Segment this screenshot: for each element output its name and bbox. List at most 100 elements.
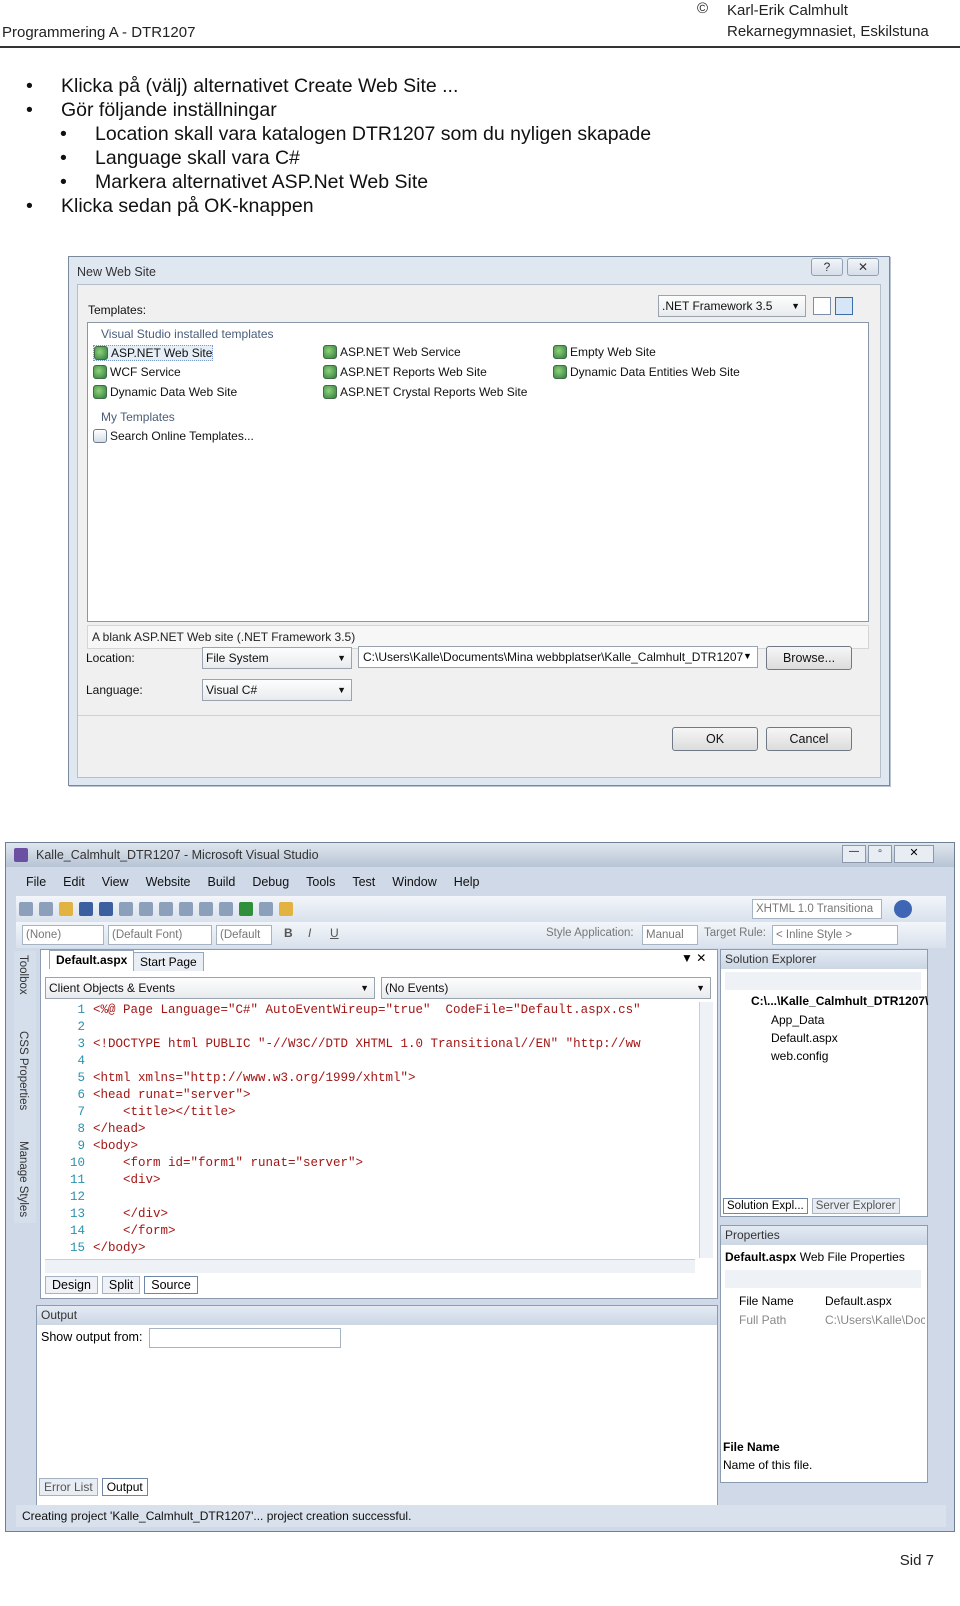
navigate-icon[interactable] [219,902,233,916]
doctype-select[interactable]: XHTML 1.0 Transitiona [752,899,882,919]
server-explorer-tab[interactable]: Server Explorer [811,1198,900,1214]
location-path-input[interactable]: C:\Users\Kalle\Documents\Mina webbplatse… [358,646,758,668]
code-line[interactable]: 9 <body> [63,1138,697,1155]
code-line[interactable]: 12 [63,1189,697,1206]
bold-icon[interactable]: B [284,926,293,940]
output-tab[interactable]: Output [101,1478,148,1496]
target-rule-select[interactable]: < Inline Style > [772,925,898,945]
maximize-icon[interactable]: ▫ [868,845,892,863]
template-dynamic-data-entities[interactable]: Dynamic Data Entities Web Site [553,365,740,379]
vertical-scrollbar[interactable] [699,1002,713,1258]
framework-select[interactable]: .NET Framework 3.5 ▼ [658,295,806,317]
solution-explorer-tab[interactable]: Solution Expl... [723,1198,808,1214]
error-list-tab[interactable]: Error List [39,1478,98,1496]
menu-build[interactable]: Build [208,875,236,889]
solution-item-default-aspx[interactable]: Default.aspx [771,1031,838,1045]
font-size-select[interactable]: (Default [216,925,272,945]
template-wcf-service[interactable]: WCF Service [93,365,181,379]
code-line[interactable]: 4 [63,1053,697,1070]
close-icon[interactable]: ✕ [894,845,934,863]
template-crystal-reports[interactable]: ASP.NET Crystal Reports Web Site [323,385,527,399]
source-view-tab[interactable]: Source [144,1276,198,1294]
solution-item-app-data[interactable]: App_Data [771,1013,824,1027]
undo-icon[interactable] [179,902,193,916]
open-icon[interactable] [59,902,73,916]
font-select[interactable]: (Default Font) [108,925,212,945]
ok-button[interactable]: OK [672,727,758,751]
code-line[interactable]: 15 </body> [63,1240,697,1257]
design-view-tab[interactable]: Design [45,1276,98,1294]
location-type-select[interactable]: File System ▼ [202,647,352,669]
template-aspnet-web-service[interactable]: ASP.NET Web Service [323,345,461,359]
solution-item-web-config[interactable]: web.config [771,1049,828,1063]
find-icon[interactable] [259,902,273,916]
horizontal-scrollbar[interactable] [45,1259,695,1273]
prop-full-path-value[interactable]: C:\Users\Kalle\Docu [825,1313,925,1327]
template-aspnet-web-site[interactable]: ASP.NET Web Site [93,345,214,361]
code-line[interactable]: 11 <div> [63,1172,697,1189]
output-source-select[interactable] [149,1328,341,1348]
menu-help[interactable]: Help [454,875,480,889]
menu-tools[interactable]: Tools [306,875,335,889]
help-button[interactable]: ? [811,258,843,276]
style-application-select[interactable]: Manual [642,925,698,945]
code-line[interactable]: 5 <html xmlns="http://www.w3.org/1999/xht… [63,1070,697,1087]
code-line[interactable]: 1 <%@ Page Language="C#" AutoEventWireup=… [63,1002,697,1019]
redo-icon[interactable] [199,902,213,916]
split-view-tab[interactable]: Split [101,1276,141,1294]
save-all-icon[interactable] [99,902,113,916]
small-icons-view-icon[interactable] [835,297,853,315]
code-line[interactable]: 8 </head> [63,1121,697,1138]
tab-default-aspx[interactable]: Default.aspx [49,950,135,969]
search-online-templates[interactable]: Search Online Templates... [93,429,254,443]
code-line[interactable]: 3 <!DOCTYPE html PUBLIC "-//W3C//DTD XHTM… [63,1036,697,1053]
start-debug-icon[interactable] [239,902,253,916]
menu-window[interactable]: Window [392,875,436,889]
code-area[interactable]: 1 <%@ Page Language="C#" AutoEventWireup=… [63,1002,697,1258]
code-line[interactable]: 7 <title></title> [63,1104,697,1121]
save-icon[interactable] [79,902,93,916]
large-icons-view-icon[interactable] [813,297,831,315]
menu-website[interactable]: Website [146,875,191,889]
close-icon[interactable]: ▼ ✕ [681,951,706,965]
code-line[interactable]: 6 <head runat="server"> [63,1087,697,1104]
template-empty-web-site[interactable]: Empty Web Site [553,345,656,359]
menu-edit[interactable]: Edit [63,875,85,889]
template-reports-web-site[interactable]: ASP.NET Reports Web Site [323,365,487,379]
menu-test[interactable]: Test [352,875,375,889]
paste-icon[interactable] [159,902,173,916]
template-dynamic-data[interactable]: Dynamic Data Web Site [93,385,237,399]
prop-file-name-value[interactable]: Default.aspx [825,1294,892,1308]
code-line[interactable]: 14 </form> [63,1223,697,1240]
cut-icon[interactable] [119,902,133,916]
minimize-icon[interactable]: — [842,845,866,863]
new-project-icon[interactable] [19,902,33,916]
browse-button[interactable]: Browse... [766,646,852,670]
italic-icon[interactable]: I [308,926,311,940]
cancel-button[interactable]: Cancel [766,727,852,751]
copy-icon[interactable] [139,902,153,916]
events-select[interactable]: (No Events) ▼ [381,977,711,999]
menu-view[interactable]: View [102,875,129,889]
underline-icon[interactable]: U [330,926,339,940]
client-objects-select[interactable]: Client Objects & Events ▼ [45,977,375,999]
block-format-select[interactable]: (None) [22,925,104,945]
properties-object-select[interactable]: Default.aspx Web File Properties [725,1250,905,1264]
add-item-icon[interactable] [39,902,53,916]
code-line[interactable]: 13 </div> [63,1206,697,1223]
toolbox-icon[interactable] [279,902,293,916]
code-line[interactable]: 2 [63,1019,697,1036]
close-button[interactable]: ✕ [847,258,879,276]
manage-styles-tab[interactable]: Manage Styles [17,1141,29,1217]
tab-start-page[interactable]: Start Page [133,952,204,971]
code-line[interactable]: 10 <form id="form1" runat="server"> [63,1155,697,1172]
menu-debug[interactable]: Debug [252,875,289,889]
toolbox-tab[interactable]: Toolbox [17,955,29,995]
solution-root[interactable]: C:\...\Kalle_Calmhult_DTR1207\ [751,994,928,1008]
language-select[interactable]: Visual C# ▼ [202,679,352,701]
menu-file[interactable]: File [26,875,46,889]
css-properties-tab[interactable]: CSS Properties [17,1031,29,1110]
validation-icon[interactable] [894,900,912,918]
course-title: Programmering A - DTR1207 [2,24,196,41]
chevron-down-icon[interactable]: ▼ [743,651,752,661]
